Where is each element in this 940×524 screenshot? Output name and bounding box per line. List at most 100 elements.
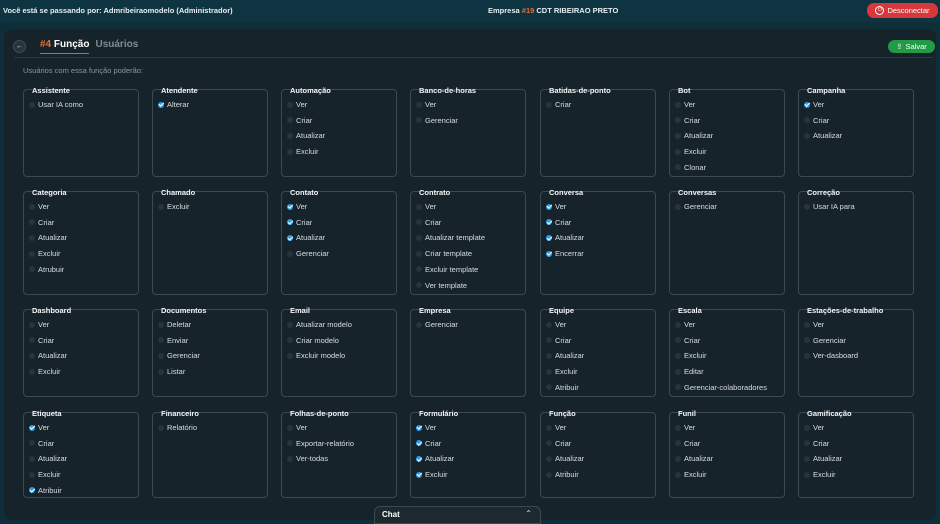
permission-checkbox[interactable]: Atualizar <box>29 233 67 242</box>
permission-checkbox[interactable]: Atribuir <box>546 470 579 479</box>
permission-checkbox[interactable]: Ver-dasboard <box>804 351 858 360</box>
permission-checkbox[interactable]: Gerenciar <box>804 336 846 345</box>
permission-checkbox[interactable]: Gerenciar <box>416 116 458 125</box>
permission-label: Gerenciar <box>813 335 846 345</box>
permission-checkbox[interactable]: Atribuir <box>29 486 62 495</box>
permission-checkbox[interactable]: Excluir modelo <box>287 351 345 360</box>
permission-checkbox[interactable]: Ver <box>675 320 695 329</box>
permission-checkbox[interactable]: Criar <box>546 100 571 109</box>
permission-checkbox[interactable]: Enviar <box>158 336 188 345</box>
permission-checkbox[interactable]: Ver <box>29 202 49 211</box>
permission-checkbox[interactable]: Ver <box>804 320 824 329</box>
permission-checkbox[interactable]: Ver template <box>416 281 467 290</box>
permission-checkbox[interactable]: Clonar <box>675 163 706 172</box>
permission-checkbox[interactable]: Criar template <box>416 249 472 258</box>
permission-checkbox[interactable]: Ver <box>287 202 307 211</box>
permission-checkbox[interactable]: Exportar-relatório <box>287 439 354 448</box>
permission-checkbox[interactable]: Criar <box>546 336 571 345</box>
permission-checkbox[interactable]: Criar <box>287 218 312 227</box>
permission-checkbox[interactable]: Atualizar <box>546 233 584 242</box>
permission-checkbox[interactable]: Criar <box>675 439 700 448</box>
permission-checkbox[interactable]: Gerenciar <box>158 351 200 360</box>
permission-checkbox[interactable]: Excluir <box>29 367 61 376</box>
permission-checkbox[interactable]: Excluir <box>287 147 319 156</box>
permission-checkbox[interactable]: Atualizar <box>804 131 842 140</box>
disconnect-button[interactable]: ⏻ Desconectar <box>867 3 938 18</box>
permission-card-title: Gamificação <box>807 409 852 418</box>
save-button[interactable]: ⇪ Salvar <box>888 40 935 53</box>
permission-checkbox[interactable]: Ver <box>546 423 566 432</box>
permission-checkbox[interactable]: Ver <box>29 423 49 432</box>
permission-checkbox[interactable]: Ver <box>675 100 695 109</box>
permission-checkbox[interactable]: Ver <box>546 202 566 211</box>
permission-checkbox[interactable]: Ver-todas <box>287 454 328 463</box>
permission-checkbox[interactable]: Excluir <box>29 470 61 479</box>
permission-checkbox[interactable]: Excluir template <box>416 265 478 274</box>
chat-panel-toggle[interactable]: Chat ⌃ <box>374 506 541 524</box>
permission-checkbox[interactable]: Ver <box>675 423 695 432</box>
permission-checkbox[interactable]: Ver <box>546 320 566 329</box>
permission-checkbox[interactable]: Atrubuir <box>29 265 64 274</box>
permission-checkbox[interactable]: Criar <box>546 439 571 448</box>
permission-checkbox[interactable]: Ver <box>416 202 436 211</box>
permission-checkbox[interactable]: Criar <box>804 439 829 448</box>
permission-checkbox[interactable]: Usar IA como <box>29 100 83 109</box>
permission-checkbox[interactable]: Atualizar template <box>416 233 485 242</box>
permission-checkbox[interactable]: Ver <box>416 100 436 109</box>
checkbox-unchecked-icon <box>29 203 35 210</box>
permission-checkbox[interactable]: Alterar <box>158 100 189 109</box>
permission-checkbox[interactable]: Excluir <box>29 249 61 258</box>
permission-checkbox[interactable]: Excluir <box>675 351 707 360</box>
permission-checkbox[interactable]: Atualizar <box>416 454 454 463</box>
checkbox-unchecked-icon <box>675 117 681 124</box>
permission-checkbox[interactable]: Criar <box>287 116 312 125</box>
checkbox-unchecked-icon <box>675 384 681 391</box>
permission-checkbox[interactable]: Atualizar <box>804 454 842 463</box>
permission-checkbox[interactable]: Gerenciar <box>416 320 458 329</box>
permission-checkbox[interactable]: Excluir <box>804 470 836 479</box>
permission-checkbox[interactable]: Criar <box>804 116 829 125</box>
permission-checkbox[interactable]: Atualizar <box>675 131 713 140</box>
permission-checkbox[interactable]: Criar <box>29 439 54 448</box>
permission-checkbox[interactable]: Excluir <box>546 367 578 376</box>
permission-checkbox[interactable]: Listar <box>158 367 185 376</box>
permission-checkbox[interactable]: Usar IA para <box>804 202 855 211</box>
permission-checkbox[interactable]: Atualizar <box>287 131 325 140</box>
permission-checkbox[interactable]: Criar <box>675 336 700 345</box>
permission-checkbox[interactable]: Atualizar <box>29 454 67 463</box>
permission-checkbox[interactable]: Excluir <box>675 470 707 479</box>
back-button[interactable]: ← <box>13 40 26 53</box>
permission-checkbox[interactable]: Criar modelo <box>287 336 339 345</box>
permission-checkbox[interactable]: Ver <box>287 100 307 109</box>
permission-checkbox[interactable]: Atualizar <box>287 233 325 242</box>
permission-checkbox[interactable]: Gerenciar <box>675 202 717 211</box>
permission-checkbox[interactable]: Excluir <box>675 147 707 156</box>
permission-checkbox[interactable]: Ver <box>29 320 49 329</box>
permission-checkbox[interactable]: Ver <box>804 423 824 432</box>
permission-checkbox[interactable]: Ver <box>416 423 436 432</box>
permission-checkbox[interactable]: Atualizar <box>546 454 584 463</box>
permission-checkbox[interactable]: Relatório <box>158 423 197 432</box>
permission-checkbox[interactable]: Excluir <box>416 470 448 479</box>
permission-checkbox[interactable]: Criar <box>29 218 54 227</box>
permission-checkbox[interactable]: Criar <box>675 116 700 125</box>
permission-checkbox[interactable]: Criar <box>416 439 441 448</box>
permission-checkbox[interactable]: Atualizar <box>675 454 713 463</box>
permission-checkbox[interactable]: Encerrar <box>546 249 584 258</box>
permission-checkbox[interactable]: Criar <box>546 218 571 227</box>
permission-checkbox[interactable]: Gerenciar-colaboradores <box>675 383 767 392</box>
permission-checkbox[interactable]: Criar <box>29 336 54 345</box>
permission-checkbox[interactable]: Ver <box>287 423 307 432</box>
permission-checkbox[interactable]: Atualizar <box>29 351 67 360</box>
permission-checkbox[interactable]: Editar <box>675 367 704 376</box>
permission-checkbox[interactable]: Ver <box>804 100 824 109</box>
permission-checkbox[interactable]: Excluir <box>158 202 190 211</box>
permission-checkbox[interactable]: Criar <box>416 218 441 227</box>
permission-checkbox[interactable]: Deletar <box>158 320 191 329</box>
tab-function[interactable]: #4 Função <box>40 39 90 54</box>
permission-checkbox[interactable]: Gerenciar <box>287 249 329 258</box>
permission-checkbox[interactable]: Atualizar <box>546 351 584 360</box>
permission-checkbox[interactable]: Atualizar modelo <box>287 320 352 329</box>
permission-checkbox[interactable]: Atribuir <box>546 383 579 392</box>
tab-users[interactable]: Usuários <box>95 39 138 54</box>
